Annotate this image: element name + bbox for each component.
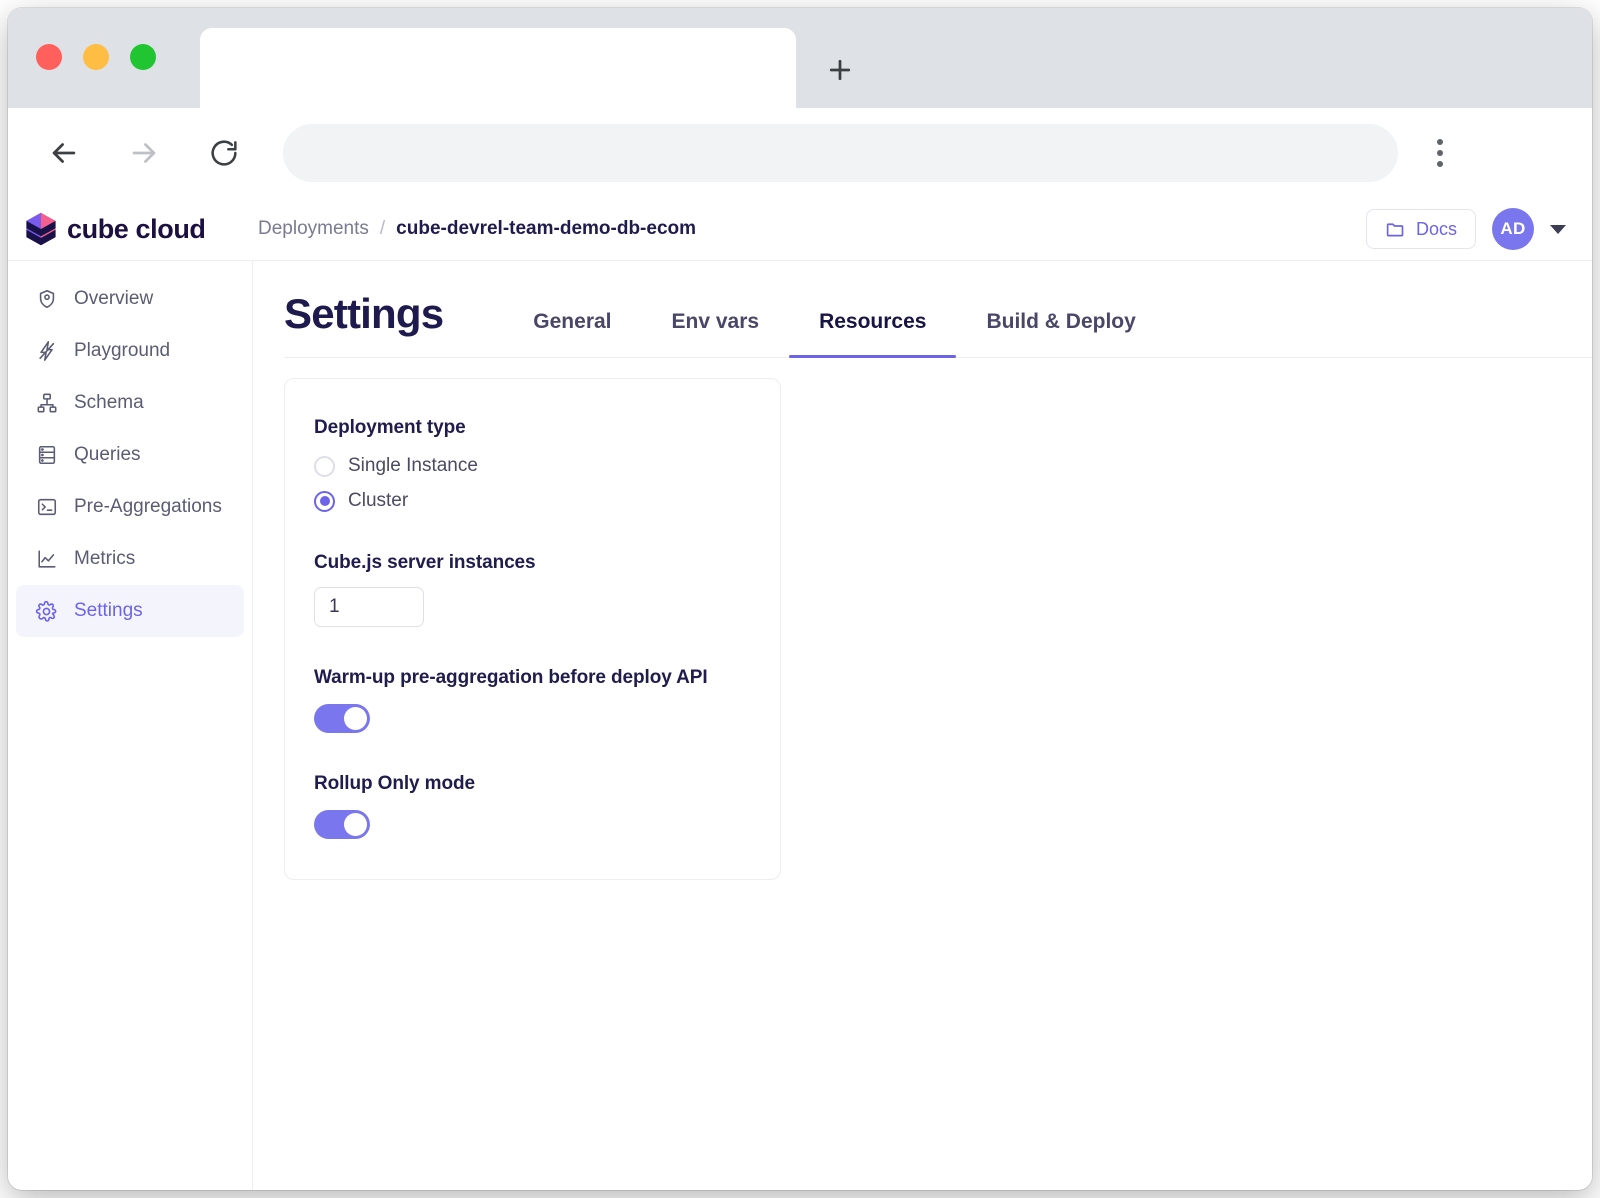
database-icon	[35, 444, 58, 467]
app-header: cube cloud Deployments / cube-devrel-tea…	[8, 198, 1592, 261]
header-actions: Docs AD	[1365, 208, 1566, 250]
folder-icon	[1386, 222, 1404, 236]
resources-settings-card: Deployment type Single Instance Cluster …	[284, 378, 781, 880]
tab-general[interactable]: General	[503, 261, 641, 357]
radio-option-single-instance[interactable]: Single Instance	[314, 455, 751, 477]
sidebar-item-queries[interactable]: Queries	[16, 429, 244, 481]
server-instances-value: 1	[329, 596, 340, 617]
toggle-knob	[344, 707, 367, 730]
sitemap-icon	[35, 392, 58, 415]
rollup-only-field: Rollup Only mode	[314, 773, 751, 839]
main-content: Settings General Env vars Resources Buil…	[253, 261, 1592, 1190]
radio-icon-checked[interactable]	[314, 490, 335, 512]
window-controls	[36, 44, 156, 70]
radio-label: Cluster	[348, 490, 409, 511]
breadcrumb-deployments-link[interactable]: Deployments	[258, 218, 369, 240]
deployment-type-radio-group: Single Instance Cluster	[314, 455, 751, 512]
brand-logo[interactable]: cube cloud	[24, 212, 246, 246]
chart-icon	[35, 548, 58, 571]
sidebar-item-label: Metrics	[74, 548, 136, 569]
page-header: Settings General Env vars Resources Buil…	[284, 261, 1592, 358]
page-title: Settings	[284, 290, 444, 337]
terminal-icon	[35, 496, 58, 519]
warmup-toggle[interactable]	[314, 704, 370, 733]
breadcrumb: Deployments / cube-devrel-team-demo-db-e…	[258, 218, 696, 240]
tab-env-vars[interactable]: Env vars	[642, 261, 790, 357]
sidebar-item-label: Settings	[74, 600, 143, 621]
docs-button-label: Docs	[1415, 218, 1457, 239]
sidebar-item-overview[interactable]: Overview	[16, 273, 244, 325]
settings-tabs: General Env vars Resources Build & Deplo…	[503, 261, 1166, 358]
arrow-right-icon	[132, 143, 156, 163]
sidebar-item-label: Overview	[74, 288, 154, 309]
deployment-type-label: Deployment type	[314, 417, 466, 438]
browser-tabstrip	[8, 8, 1592, 108]
avatar-initials: AD	[1500, 219, 1526, 238]
kebab-dot	[1437, 161, 1443, 167]
address-bar[interactable]	[283, 124, 1398, 182]
browser-window: cube cloud Deployments / cube-devrel-tea…	[8, 8, 1592, 1190]
app-body: Overview Playground Schema Queries Pre-A…	[8, 261, 1592, 1190]
sidebar-item-label: Pre-Aggregations	[74, 496, 222, 517]
kebab-dot	[1437, 150, 1443, 156]
chevron-down-icon[interactable]	[1550, 224, 1566, 234]
tab-build-and-deploy[interactable]: Build & Deploy	[956, 261, 1165, 357]
tab-label: Env vars	[671, 310, 760, 333]
kebab-dot	[1437, 139, 1443, 145]
radio-icon-unchecked[interactable]	[314, 455, 335, 477]
reload-button[interactable]	[200, 129, 248, 177]
sidebar-item-metrics[interactable]: Metrics	[16, 533, 244, 585]
minimize-window-button[interactable]	[83, 44, 109, 70]
sidebar: Overview Playground Schema Queries Pre-A…	[8, 261, 253, 1190]
toggle-knob	[344, 813, 367, 836]
brand-text: cube cloud	[67, 213, 206, 244]
sidebar-item-settings[interactable]: Settings	[16, 585, 244, 637]
radio-label: Single Instance	[348, 455, 478, 476]
tab-label: Build & Deploy	[986, 310, 1136, 333]
new-tab-button[interactable]	[818, 48, 862, 92]
sidebar-item-playground[interactable]: Playground	[16, 325, 244, 377]
cube-logo-icon	[26, 212, 56, 246]
server-instances-input[interactable]: 1	[314, 587, 424, 627]
browser-menu-button[interactable]	[1418, 129, 1462, 177]
avatar[interactable]: AD	[1492, 208, 1534, 250]
sidebar-item-label: Queries	[74, 444, 141, 465]
sidebar-item-schema[interactable]: Schema	[16, 377, 244, 429]
docs-button[interactable]: Docs	[1365, 209, 1476, 249]
breadcrumb-separator: /	[379, 218, 386, 239]
app-viewport: cube cloud Deployments / cube-devrel-tea…	[8, 198, 1592, 1190]
radio-option-cluster[interactable]: Cluster	[314, 490, 751, 512]
browser-toolbar	[8, 108, 1592, 198]
breadcrumb-current-deployment: cube-devrel-team-demo-db-ecom	[396, 218, 697, 239]
sidebar-item-label: Playground	[74, 340, 171, 361]
arrow-left-icon	[52, 143, 76, 163]
reload-icon	[211, 140, 237, 166]
maximize-window-button[interactable]	[130, 44, 156, 70]
rollup-only-label: Rollup Only mode	[314, 773, 475, 794]
bolt-icon	[35, 340, 58, 363]
close-window-button[interactable]	[36, 44, 62, 70]
warmup-label: Warm-up pre-aggregation before deploy AP…	[314, 667, 708, 688]
tab-resources[interactable]: Resources	[789, 261, 957, 358]
sidebar-item-pre-aggregations[interactable]: Pre-Aggregations	[16, 481, 244, 533]
shield-icon	[35, 288, 58, 311]
tab-label: Resources	[819, 310, 927, 333]
warmup-field: Warm-up pre-aggregation before deploy AP…	[314, 667, 751, 733]
gear-icon	[35, 600, 58, 623]
forward-button[interactable]	[120, 129, 168, 177]
sidebar-item-label: Schema	[74, 392, 144, 413]
tab-label: General	[533, 310, 612, 333]
server-instances-label: Cube.js server instances	[314, 552, 536, 573]
server-instances-field: Cube.js server instances 1	[314, 552, 751, 627]
back-button[interactable]	[40, 129, 88, 177]
rollup-only-toggle[interactable]	[314, 810, 370, 839]
browser-tab[interactable]	[200, 28, 796, 108]
